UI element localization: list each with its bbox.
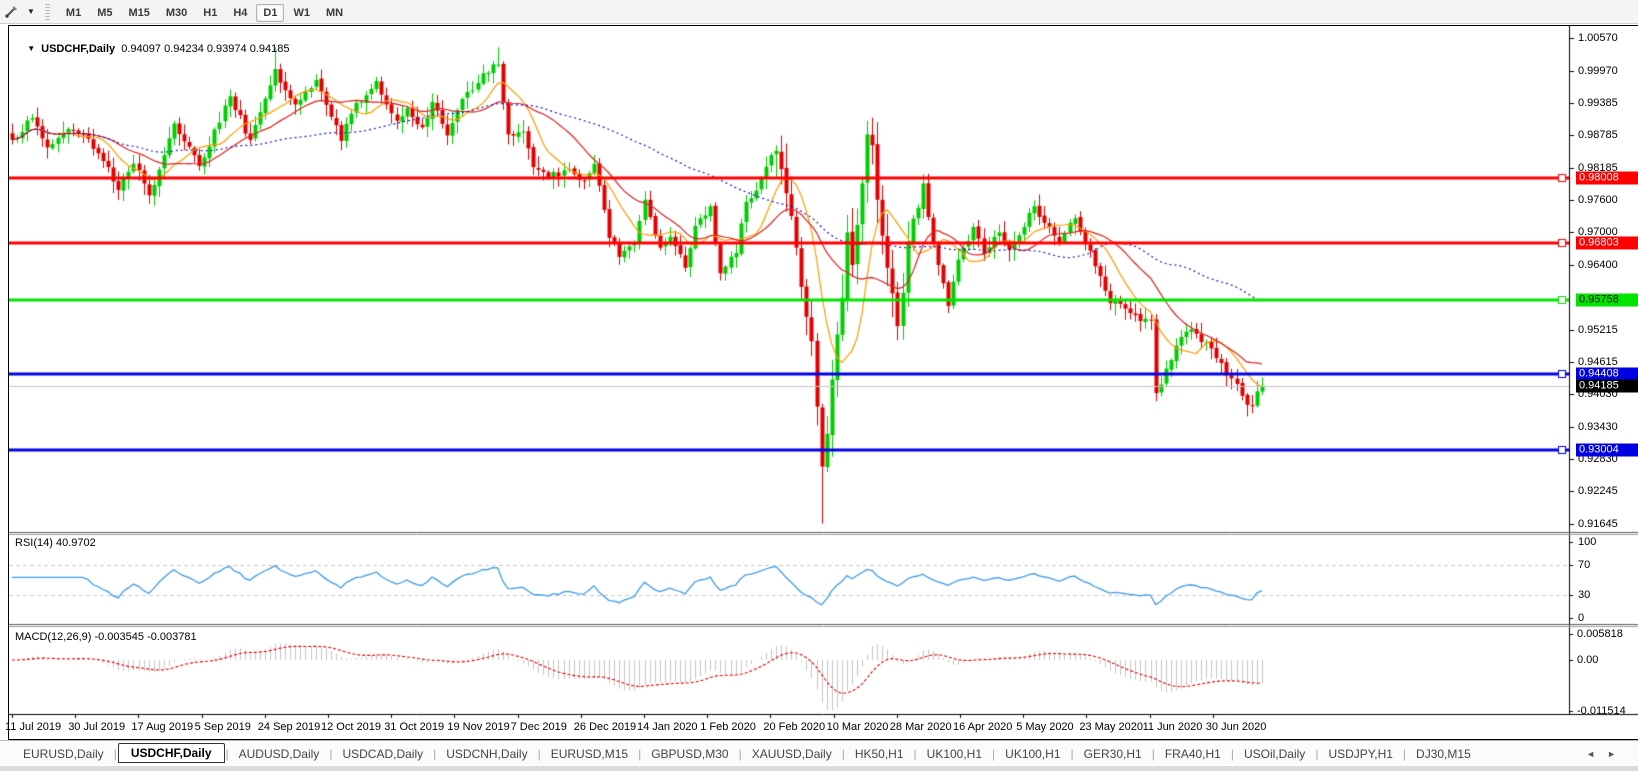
- price-tick-label: 0.95215: [1578, 323, 1618, 336]
- chart-window: ▼ USDCHF,Daily 0.94097 0.94234 0.93974 0.…: [8, 25, 1638, 740]
- current-price-label: 0.94185: [1576, 379, 1638, 393]
- price-tick-label: 0.91645: [1578, 518, 1618, 530]
- date-tick-label: 16 Apr 2020: [953, 721, 1013, 733]
- date-tick-label: 30 Jul 2019: [68, 721, 126, 733]
- rsi-level-label: 30: [1578, 589, 1591, 602]
- toolbar-grip-handle[interactable]: [44, 3, 50, 20]
- price-tick-label: 0.92245: [1578, 485, 1618, 498]
- date-tick-label: 5 Sep 2019: [194, 721, 251, 733]
- chart-tab-usoil-daily[interactable]: USOil,Daily: [1235, 745, 1314, 763]
- hline-price-label: 0.93004: [1576, 443, 1638, 457]
- chart-tab-eurusd-m15[interactable]: EURUSD,M15: [542, 745, 637, 763]
- chart-tab-audusd-daily[interactable]: AUDUSD,Daily: [230, 745, 329, 763]
- date-tick-label: 26 Dec 2019: [573, 721, 637, 733]
- timeframe-button-m1[interactable]: M1: [59, 4, 88, 22]
- date-tick-label: 7 Dec 2019: [510, 721, 567, 733]
- timeframe-button-h1[interactable]: H1: [196, 4, 224, 22]
- tab-scroll-arrows[interactable]: ◄►: [1586, 749, 1628, 759]
- price-tick-label: 0.96400: [1578, 259, 1618, 272]
- crosshair-pen-icon[interactable]: [1, 3, 21, 21]
- macd-level-label: -0.011514: [1577, 705, 1626, 717]
- hline-price-label: 0.96803: [1576, 236, 1638, 250]
- macd-level-label: 0.005818: [1577, 628, 1623, 640]
- chart-tab-usdcnh-daily[interactable]: USDCNH,Daily: [437, 745, 536, 763]
- date-tick-label: 24 Sep 2019: [257, 721, 321, 733]
- chart-tab-eurusd-daily[interactable]: EURUSD,Daily: [14, 745, 113, 763]
- date-tick-label: 17 Aug 2019: [131, 721, 194, 733]
- timeframe-button-m15[interactable]: M15: [121, 4, 156, 22]
- macd-indicator-label: MACD(12,26,9) -0.003545 -0.003781: [15, 631, 197, 643]
- tab-scroll-left-icon[interactable]: ◄: [1586, 749, 1607, 759]
- chart-tab-ger30-h1[interactable]: GER30,H1: [1075, 745, 1151, 763]
- chart-tab-usdjpy-h1[interactable]: USDJPY,H1: [1319, 745, 1401, 763]
- top-toolbar: ▼ M1 M5 M15 M30 H1 H4 D1 W1 MN: [0, 0, 1638, 24]
- chart-tab-xauusd-daily[interactable]: XAUUSD,Daily: [743, 745, 841, 763]
- date-tick-label: 23 May 2020: [1079, 721, 1143, 733]
- tab-scroll-right-icon[interactable]: ►: [1607, 749, 1628, 759]
- date-tick-label: 31 Oct 2019: [384, 721, 445, 733]
- chart-tab-gbpusd-m30[interactable]: GBPUSD,M30: [642, 745, 737, 763]
- chart-ohlc-values: 0.94097 0.94234 0.93974 0.94185: [121, 43, 290, 55]
- chart-tab-uk100-h1[interactable]: UK100,H1: [918, 745, 991, 763]
- hline-price-label: 0.95758: [1576, 293, 1638, 307]
- timeframe-button-mn[interactable]: MN: [319, 4, 350, 22]
- date-tick-label: 30 Jun 2020: [1205, 721, 1267, 733]
- date-tick-label: 28 Mar 2020: [889, 721, 952, 733]
- date-tick-label: 11 Jun 2020: [1142, 721, 1203, 733]
- chart-tab-usdchf-daily[interactable]: USDCHF,Daily: [117, 743, 225, 763]
- chart-tab-bar: EURUSD,Daily | USDCHF,Daily | AUDUSD,Daily | U…: [0, 740, 1638, 766]
- chart-tab-dj30-m15[interactable]: DJ30,M15: [1407, 745, 1480, 763]
- timeframe-button-m5[interactable]: M5: [90, 4, 119, 22]
- timeframe-button-d1[interactable]: D1: [256, 3, 285, 22]
- price-tick-label: 0.98785: [1578, 129, 1618, 142]
- date-tick-label: 12 Oct 2019: [321, 721, 381, 733]
- rsi-level-label: 70: [1578, 558, 1591, 571]
- macd-level-label: 0.00: [1577, 654, 1599, 666]
- timeframe-button-m30[interactable]: M30: [159, 4, 194, 22]
- hline-price-label: 0.94408: [1576, 367, 1638, 381]
- date-tick-label: 14 Jan 2020: [637, 721, 698, 733]
- chart-tab-fra40-h1[interactable]: FRA40,H1: [1156, 745, 1230, 763]
- window-bottom-edge: [0, 765, 1638, 771]
- rsi-level-label: 100: [1578, 536, 1597, 548]
- chart-tab-uk100-h1[interactable]: UK100,H1: [996, 745, 1069, 763]
- hline-price-label: 0.98008: [1576, 171, 1638, 184]
- price-tick-label: 1.00570: [1578, 32, 1618, 44]
- rsi-level-label: 0: [1578, 612, 1585, 624]
- chart-tab-hk50-h1[interactable]: HK50,H1: [846, 745, 913, 763]
- rsi-indicator-label: RSI(14) 40.9702: [15, 537, 96, 549]
- timeframe-button-h4[interactable]: H4: [226, 4, 254, 22]
- price-tick-label: 0.93430: [1578, 420, 1618, 433]
- date-tick-label: 1 Feb 2020: [700, 721, 756, 733]
- chart-tab-usdcad-daily[interactable]: USDCAD,Daily: [333, 745, 432, 763]
- price-chart-canvas[interactable]: [9, 26, 1638, 739]
- date-tick-label: 5 May 2020: [1016, 721, 1074, 733]
- chart-symbol-period: USDCHF,Daily: [41, 43, 116, 55]
- date-tick-label: 20 Feb 2020: [763, 721, 826, 733]
- date-tick-label: 19 Nov 2019: [447, 721, 510, 733]
- timeframe-button-w1[interactable]: W1: [286, 4, 317, 22]
- price-tick-label: 0.97600: [1578, 193, 1618, 206]
- price-tick-label: 0.99970: [1578, 64, 1618, 77]
- price-tick-label: 0.99385: [1578, 96, 1618, 109]
- date-tick-label: 11 Jul 2019: [5, 721, 62, 733]
- timeframe-button-group: M1 M5 M15 M30 H1 H4 D1 W1 MN: [58, 3, 351, 22]
- date-tick-label: 10 Mar 2020: [826, 721, 889, 733]
- chevron-down-icon[interactable]: ▼: [27, 7, 35, 16]
- chart-dropdown-icon[interactable]: ▼: [27, 44, 35, 53]
- chart-title: ▼ USDCHF,Daily 0.94097 0.94234 0.93974 0.…: [15, 31, 289, 67]
